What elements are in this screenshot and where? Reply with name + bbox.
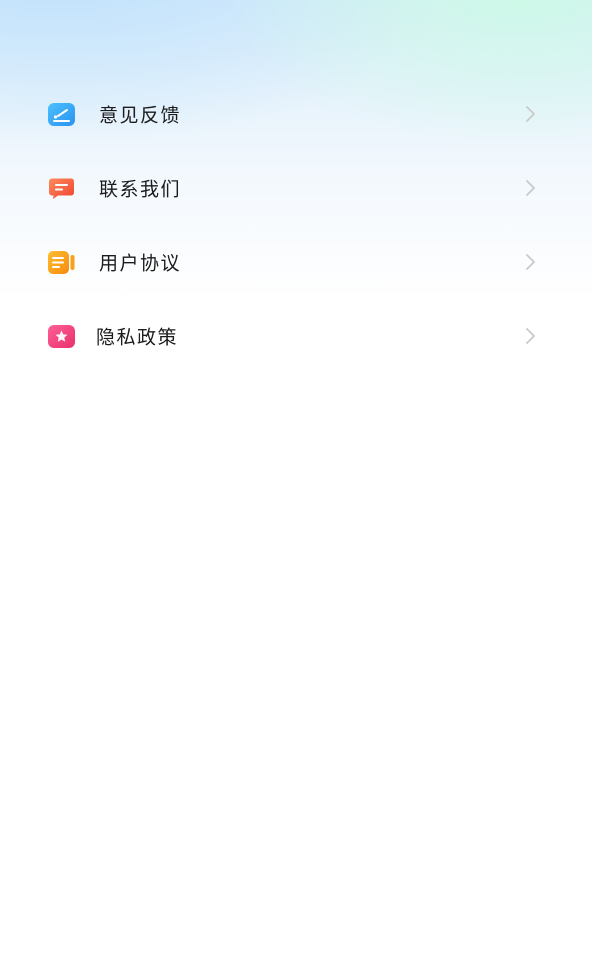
- chevron-right-icon: [525, 179, 536, 197]
- feedback-edit-icon: [48, 103, 75, 126]
- menu-item-label: 意见反馈: [99, 104, 182, 127]
- menu-item-feedback[interactable]: 意见反馈: [0, 77, 592, 151]
- menu-item-user-agreement[interactable]: 用户协议: [0, 225, 592, 299]
- chevron-right-icon: [525, 327, 536, 345]
- chevron-right-icon: [525, 253, 536, 271]
- chat-bubble-icon: [48, 177, 75, 200]
- settings-screen: { "menu": { "items": [ { "label": "意见反馈"…: [0, 0, 592, 965]
- menu-item-label: 隐私政策: [96, 326, 179, 349]
- menu-item-label: 用户协议: [99, 252, 182, 275]
- chevron-right-icon: [525, 105, 536, 123]
- star-shield-icon: [48, 325, 75, 348]
- settings-menu: 意见反馈 联系我们 用户协议 隐私政策: [0, 77, 592, 373]
- menu-item-label: 联系我们: [99, 178, 182, 201]
- document-icon: [48, 251, 75, 274]
- menu-item-contact-us[interactable]: 联系我们: [0, 151, 592, 225]
- menu-item-privacy-policy[interactable]: 隐私政策: [0, 299, 592, 373]
